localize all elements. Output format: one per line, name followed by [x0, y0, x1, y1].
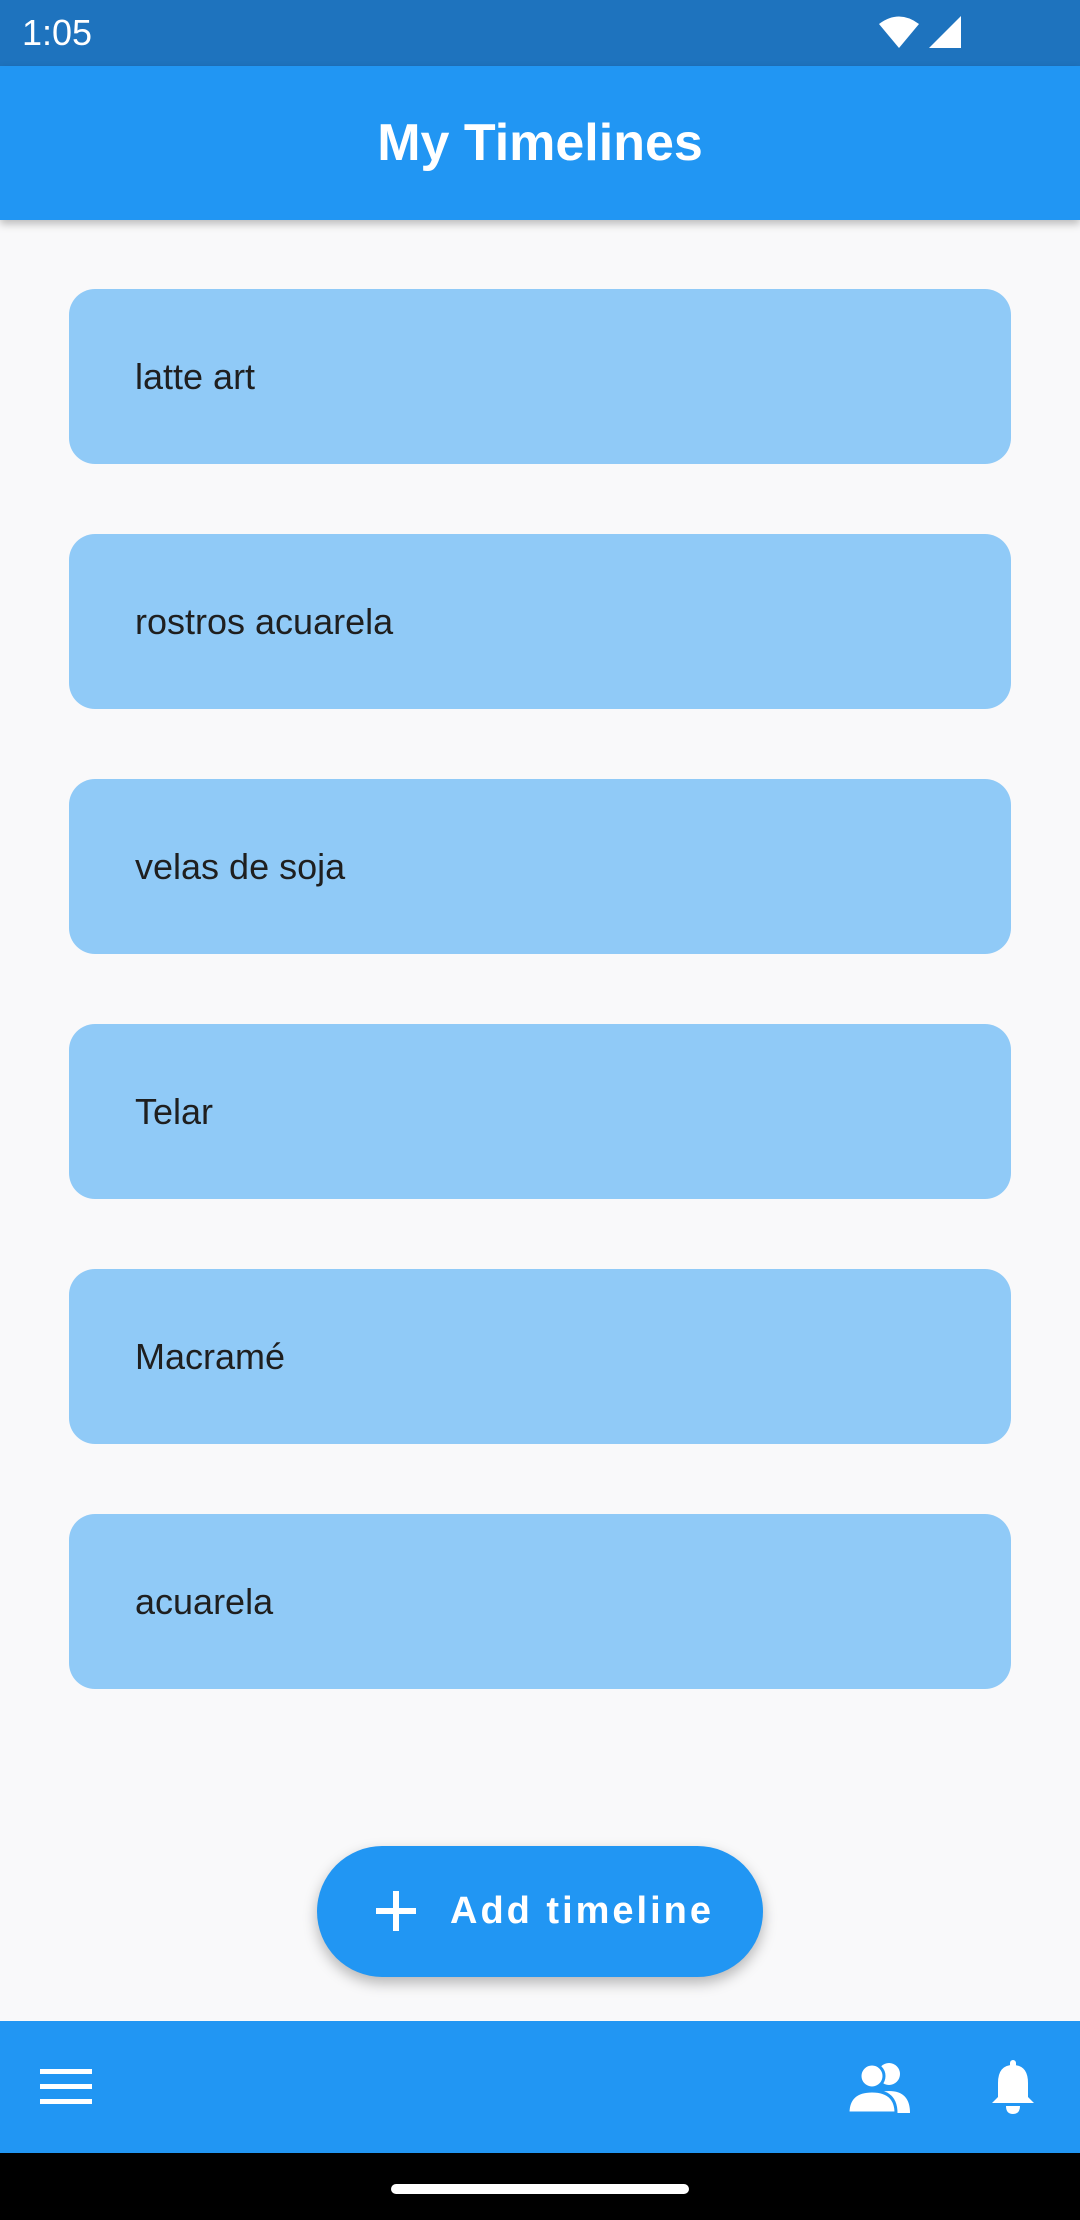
- wifi-icon: [879, 16, 919, 48]
- signal-icon: [929, 16, 961, 48]
- timeline-card[interactable]: latte art: [69, 289, 1011, 464]
- timeline-label: rostros acuarela: [135, 600, 394, 642]
- timeline-list: latte art rostros acuarela velas de soja…: [69, 289, 1011, 1759]
- timeline-label: Telar: [135, 1090, 214, 1132]
- page-title: My Timelines: [377, 114, 703, 172]
- timeline-label: acuarela: [135, 1580, 274, 1622]
- bell-icon[interactable]: [990, 2059, 1036, 2115]
- add-timeline-label: Add timeline: [450, 1890, 715, 1932]
- timeline-card[interactable]: acuarela: [69, 1514, 1011, 1689]
- timeline-card[interactable]: Macramé: [69, 1269, 1011, 1444]
- system-navigation-bar: [0, 2153, 1080, 2220]
- timeline-card[interactable]: rostros acuarela: [69, 534, 1011, 709]
- menu-icon[interactable]: [40, 2067, 92, 2107]
- timeline-label: velas de soja: [135, 845, 346, 887]
- app-bar: My Timelines: [0, 66, 1080, 220]
- status-time: 1:05: [22, 12, 93, 53]
- timeline-card[interactable]: Telar: [69, 1024, 1011, 1199]
- status-icons: [878, 15, 962, 49]
- bottom-app-bar: [0, 2021, 1080, 2153]
- timeline-card[interactable]: velas de soja: [69, 779, 1011, 954]
- status-bar: 1:05: [0, 0, 1080, 66]
- people-icon[interactable]: [848, 2061, 914, 2113]
- add-timeline-button[interactable]: Add timeline: [317, 1846, 763, 1977]
- home-handle[interactable]: [391, 2184, 689, 2194]
- timeline-label: Macramé: [135, 1335, 286, 1377]
- plus-icon: [376, 1891, 416, 1931]
- timeline-label: latte art: [135, 355, 256, 397]
